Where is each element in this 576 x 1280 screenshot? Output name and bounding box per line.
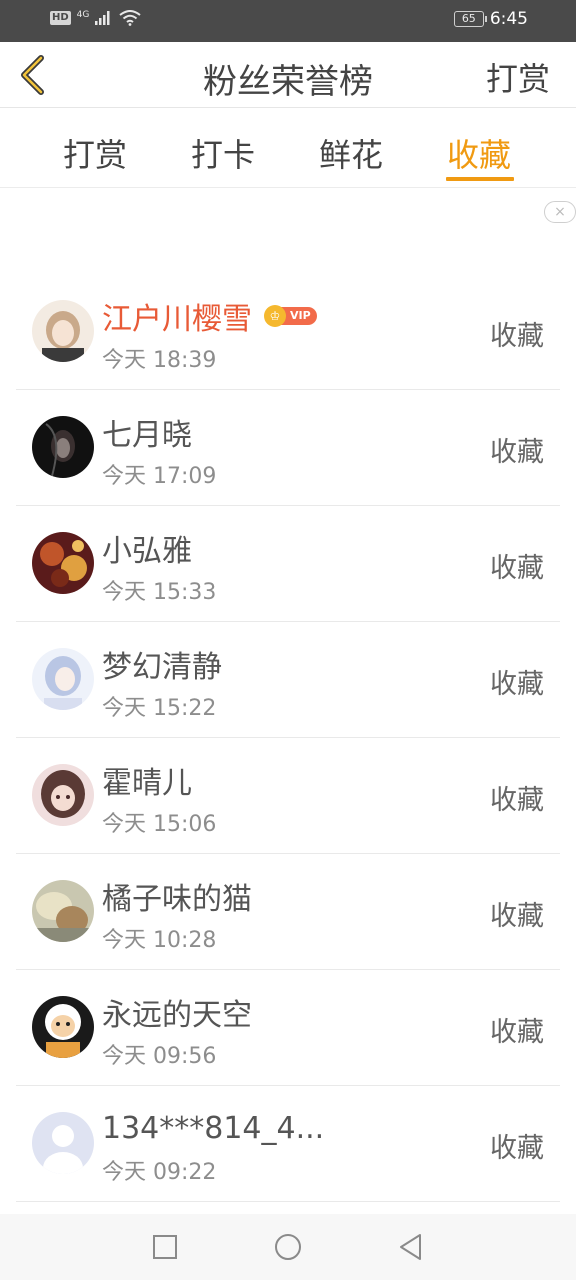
circle-icon	[275, 1234, 301, 1260]
item-time: 今天 15:22	[102, 696, 217, 721]
user-name[interactable]: 霍晴儿	[102, 758, 192, 802]
item-action: 收藏	[490, 553, 544, 584]
nav-recent-button[interactable]	[150, 1232, 180, 1262]
list-item[interactable]: 橘子味的猫 今天 10:28 收藏	[16, 854, 560, 970]
user-name[interactable]: 七月晓	[102, 410, 192, 454]
avatar[interactable]	[32, 648, 94, 710]
tab-favorites[interactable]: 收藏	[447, 130, 511, 176]
item-time: 今天 15:33	[102, 580, 217, 605]
user-name[interactable]: 永远的天空	[102, 990, 252, 1034]
network-type: 4G	[76, 9, 90, 20]
avatar[interactable]	[32, 764, 94, 826]
avatar[interactable]	[32, 416, 94, 478]
item-time: 今天 15:06	[102, 812, 217, 837]
avatar[interactable]	[32, 880, 94, 942]
reward-button[interactable]: 打赏	[486, 54, 550, 100]
tab-reward[interactable]: 打赏	[63, 130, 127, 176]
tab-flowers[interactable]: 鲜花	[319, 130, 383, 176]
item-time: 今天 17:09	[102, 464, 217, 489]
avatar[interactable]	[32, 1112, 94, 1174]
user-name[interactable]: 小弘雅	[102, 526, 192, 570]
ad-close-button[interactable]: ×	[544, 201, 576, 223]
item-action: 收藏	[490, 321, 544, 352]
item-action: 收藏	[490, 1017, 544, 1048]
system-nav-bar	[0, 1214, 576, 1280]
square-icon	[153, 1235, 177, 1259]
user-name[interactable]: 江户川樱雪	[102, 294, 252, 338]
tab-bar: 打赏 打卡 鲜花 收藏	[0, 108, 576, 188]
status-left: HD 4G	[50, 10, 141, 26]
crown-icon: ♔	[264, 305, 286, 327]
avatar[interactable]	[32, 300, 94, 362]
vip-badge: ♔ VIP	[264, 305, 317, 327]
item-time: 今天 09:22	[102, 1160, 217, 1185]
item-action: 收藏	[490, 785, 544, 816]
item-action: 收藏	[490, 669, 544, 700]
avatar[interactable]	[32, 996, 94, 1058]
list-item[interactable]: 小弘雅 今天 15:33 收藏	[16, 506, 560, 622]
item-action: 收藏	[490, 437, 544, 468]
item-time: 今天 09:56	[102, 1044, 217, 1069]
user-name[interactable]: 橘子味的猫	[102, 874, 252, 918]
signal-icon	[95, 11, 110, 25]
list-item[interactable]: 霍晴儿 今天 15:06 收藏	[16, 738, 560, 854]
list-item[interactable]: 梦幻清静 今天 15:22 收藏	[16, 622, 560, 738]
list-item[interactable]: 134***814_4... 今天 09:22 收藏	[16, 1086, 560, 1202]
hd-badge: HD	[50, 11, 71, 25]
status-time: 6:45	[489, 9, 528, 29]
tab-checkin[interactable]: 打卡	[191, 130, 255, 176]
fan-list: 江户川樱雪 ♔ VIP 今天 18:39 收藏 七月晓 今天 17:09 收藏	[16, 274, 560, 1202]
wifi-icon	[119, 10, 141, 26]
avatar[interactable]	[32, 532, 94, 594]
item-time: 今天 10:28	[102, 928, 217, 953]
status-bar: HD 4G 65 6:45	[0, 0, 576, 42]
battery-icon: 65	[453, 11, 487, 27]
item-action: 收藏	[490, 1133, 544, 1164]
nav-home-button[interactable]	[273, 1232, 303, 1262]
item-action: 收藏	[490, 901, 544, 932]
list-item[interactable]: 七月晓 今天 17:09 收藏	[16, 390, 560, 506]
item-time: 今天 18:39	[102, 348, 217, 373]
triangle-back-icon	[400, 1234, 421, 1260]
user-name[interactable]: 梦幻清静	[102, 642, 222, 686]
user-name[interactable]: 134***814_4...	[102, 1111, 324, 1146]
list-item[interactable]: 永远的天空 今天 09:56 收藏	[16, 970, 560, 1086]
tab-active-indicator	[446, 177, 514, 181]
header: 粉丝荣誉榜 打赏	[0, 42, 576, 108]
nav-back-button[interactable]	[396, 1232, 426, 1262]
status-right: 65 6:45	[453, 9, 528, 29]
list-item[interactable]: 江户川樱雪 ♔ VIP 今天 18:39 收藏	[16, 274, 560, 390]
